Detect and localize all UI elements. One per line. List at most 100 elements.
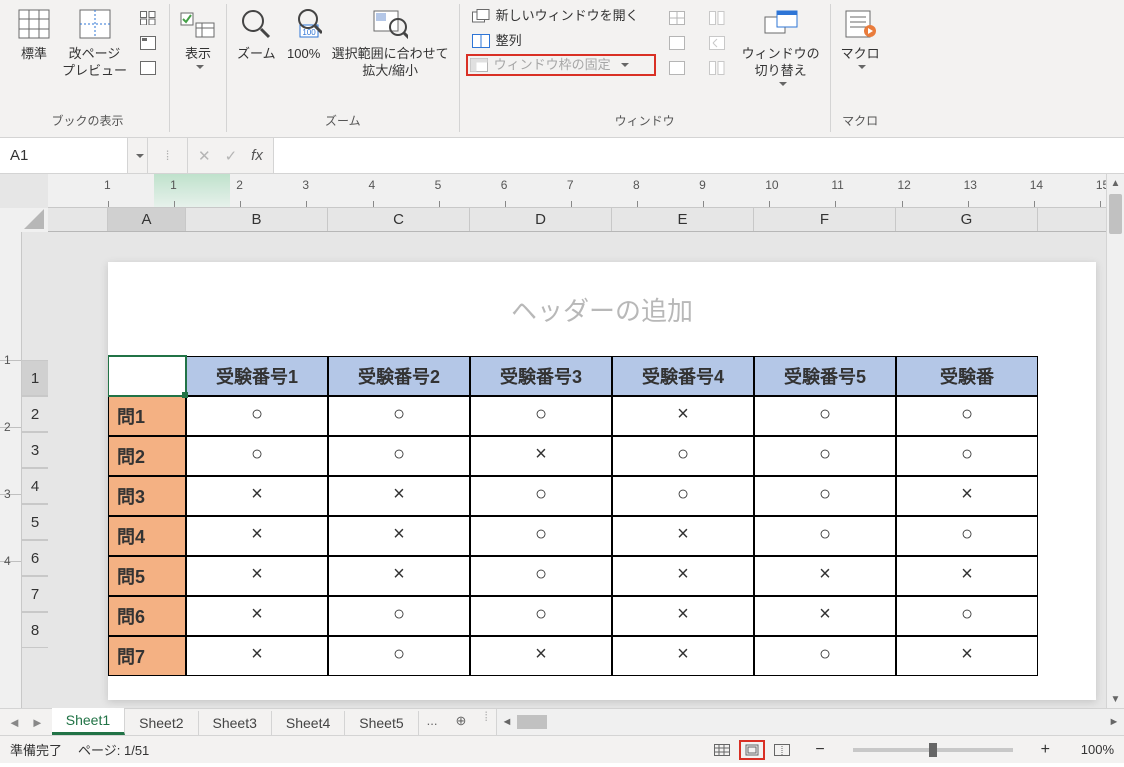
sheet-tab[interactable]: Sheet1: [52, 708, 125, 735]
table-cell[interactable]: ×: [896, 556, 1038, 596]
column-header[interactable]: F: [754, 208, 896, 231]
table-cell[interactable]: ○: [754, 436, 896, 476]
table-col-header[interactable]: 受験番号5: [754, 356, 896, 396]
cancel-icon[interactable]: ✕: [198, 147, 211, 165]
table-cell[interactable]: ○: [328, 596, 470, 636]
zoom-button[interactable]: ズーム: [233, 4, 280, 65]
fullscreen-small-button[interactable]: [133, 56, 163, 80]
table-cell[interactable]: ×: [186, 476, 328, 516]
table-cell[interactable]: ○: [612, 476, 754, 516]
table-row-header[interactable]: 問5: [108, 556, 186, 596]
table-cell[interactable]: ×: [612, 596, 754, 636]
macros-button[interactable]: マクロ: [837, 4, 884, 73]
table-cell[interactable]: ×: [896, 636, 1038, 676]
sheet-tab[interactable]: Sheet2: [125, 711, 198, 735]
zoom-slider[interactable]: [853, 748, 1013, 752]
scroll-up-icon[interactable]: ▲: [1107, 174, 1124, 192]
table-cell[interactable]: ×: [328, 476, 470, 516]
table-col-header[interactable]: 受験番号4: [612, 356, 754, 396]
add-sheet-button[interactable]: ⊕: [445, 709, 476, 735]
table-cell[interactable]: ○: [470, 596, 612, 636]
table-cell[interactable]: ×: [754, 556, 896, 596]
table-cell[interactable]: ○: [186, 436, 328, 476]
freeze-panes-button[interactable]: ウィンドウ枠の固定: [466, 54, 656, 76]
data-table[interactable]: 受験番号1受験番号2受験番号3受験番号4受験番号5受験番問1○○○×○○問2○○…: [108, 356, 1096, 676]
page-layout-view-small-button[interactable]: [739, 740, 765, 760]
scrollbar-thumb[interactable]: [1109, 194, 1122, 234]
row-header[interactable]: 2: [22, 396, 48, 432]
table-row-header[interactable]: 問3: [108, 476, 186, 516]
row-header[interactable]: 7: [22, 576, 48, 612]
table-row-header[interactable]: 問6: [108, 596, 186, 636]
table-cell[interactable]: ×: [328, 516, 470, 556]
table-cell[interactable]: ○: [328, 436, 470, 476]
table-cell[interactable]: ○: [754, 516, 896, 556]
hide-button[interactable]: [662, 31, 692, 55]
table-cell[interactable]: ×: [612, 516, 754, 556]
vertical-ruler[interactable]: 1234: [0, 232, 22, 708]
scroll-right-icon[interactable]: ►: [1104, 716, 1124, 728]
sheet-tab[interactable]: Sheet5: [345, 711, 418, 735]
table-col-header[interactable]: 受験番号1: [186, 356, 328, 396]
unhide-button[interactable]: [662, 56, 692, 80]
scroll-left-icon[interactable]: ◄: [497, 716, 517, 728]
enter-icon[interactable]: ✓: [225, 147, 238, 165]
fx-icon[interactable]: fx: [251, 147, 263, 164]
table-row-header[interactable]: 問1: [108, 396, 186, 436]
zoom-slider-thumb[interactable]: [929, 743, 937, 757]
column-header[interactable]: C: [328, 208, 470, 231]
normal-view-small-button[interactable]: [709, 740, 735, 760]
zoom-out-button[interactable]: −: [811, 741, 828, 759]
sheet-tab[interactable]: Sheet3: [199, 711, 272, 735]
table-cell[interactable]: ×: [470, 436, 612, 476]
table-cell[interactable]: ×: [612, 396, 754, 436]
table-cell[interactable]: ○: [754, 476, 896, 516]
table-cell[interactable]: ×: [328, 556, 470, 596]
table-col-header[interactable]: 受験番: [896, 356, 1038, 396]
hscroll-thumb[interactable]: [517, 715, 547, 729]
table-cell[interactable]: ×: [186, 596, 328, 636]
table-cell[interactable]: ○: [612, 436, 754, 476]
zoom-100-button[interactable]: 100 100%: [282, 4, 326, 65]
table-row-header[interactable]: 問4: [108, 516, 186, 556]
sheet-tab[interactable]: Sheet4: [272, 711, 345, 735]
table-cell[interactable]: ○: [896, 396, 1038, 436]
table-cell[interactable]: ○: [470, 476, 612, 516]
name-box-dropdown[interactable]: [128, 138, 148, 173]
row-header[interactable]: 1: [22, 360, 48, 396]
page-break-preview-button[interactable]: 改ページ プレビュー: [58, 4, 131, 82]
scroll-down-icon[interactable]: ▼: [1107, 690, 1124, 708]
table-col-header[interactable]: 受験番号2: [328, 356, 470, 396]
new-window-button[interactable]: 新しいウィンドウを開く: [466, 4, 656, 28]
table-cell[interactable]: ×: [612, 556, 754, 596]
row-header[interactable]: 5: [22, 504, 48, 540]
table-row-header[interactable]: 問7: [108, 636, 186, 676]
formula-input[interactable]: [274, 138, 1124, 173]
column-header[interactable]: B: [186, 208, 328, 231]
tab-prev-icon[interactable]: ◄: [8, 715, 21, 730]
table-cell[interactable]: ○: [470, 516, 612, 556]
show-dropdown-button[interactable]: 表示: [176, 4, 220, 73]
tab-more[interactable]: ...: [419, 709, 446, 735]
table-cell[interactable]: ○: [186, 396, 328, 436]
select-all-corner[interactable]: [0, 208, 48, 232]
table-row-header[interactable]: 問2: [108, 436, 186, 476]
table-cell[interactable]: ×: [754, 596, 896, 636]
column-header[interactable]: A: [108, 208, 186, 231]
cell-A1[interactable]: [108, 356, 186, 396]
page-break-view-small-button[interactable]: [769, 740, 795, 760]
table-cell[interactable]: ○: [328, 636, 470, 676]
table-cell[interactable]: ○: [754, 396, 896, 436]
arrange-button[interactable]: 整列: [466, 29, 656, 53]
row-header[interactable]: 3: [22, 432, 48, 468]
table-cell[interactable]: ×: [896, 476, 1038, 516]
column-header[interactable]: E: [612, 208, 754, 231]
table-cell[interactable]: ×: [470, 636, 612, 676]
horizontal-ruler[interactable]: 1123456789101112131415: [48, 174, 1106, 208]
custom-views-small-button[interactable]: [133, 31, 163, 55]
table-cell[interactable]: ○: [470, 396, 612, 436]
page-layout-small-button[interactable]: [133, 6, 163, 30]
row-header[interactable]: 6: [22, 540, 48, 576]
table-cell[interactable]: ×: [612, 636, 754, 676]
table-cell[interactable]: ×: [186, 516, 328, 556]
